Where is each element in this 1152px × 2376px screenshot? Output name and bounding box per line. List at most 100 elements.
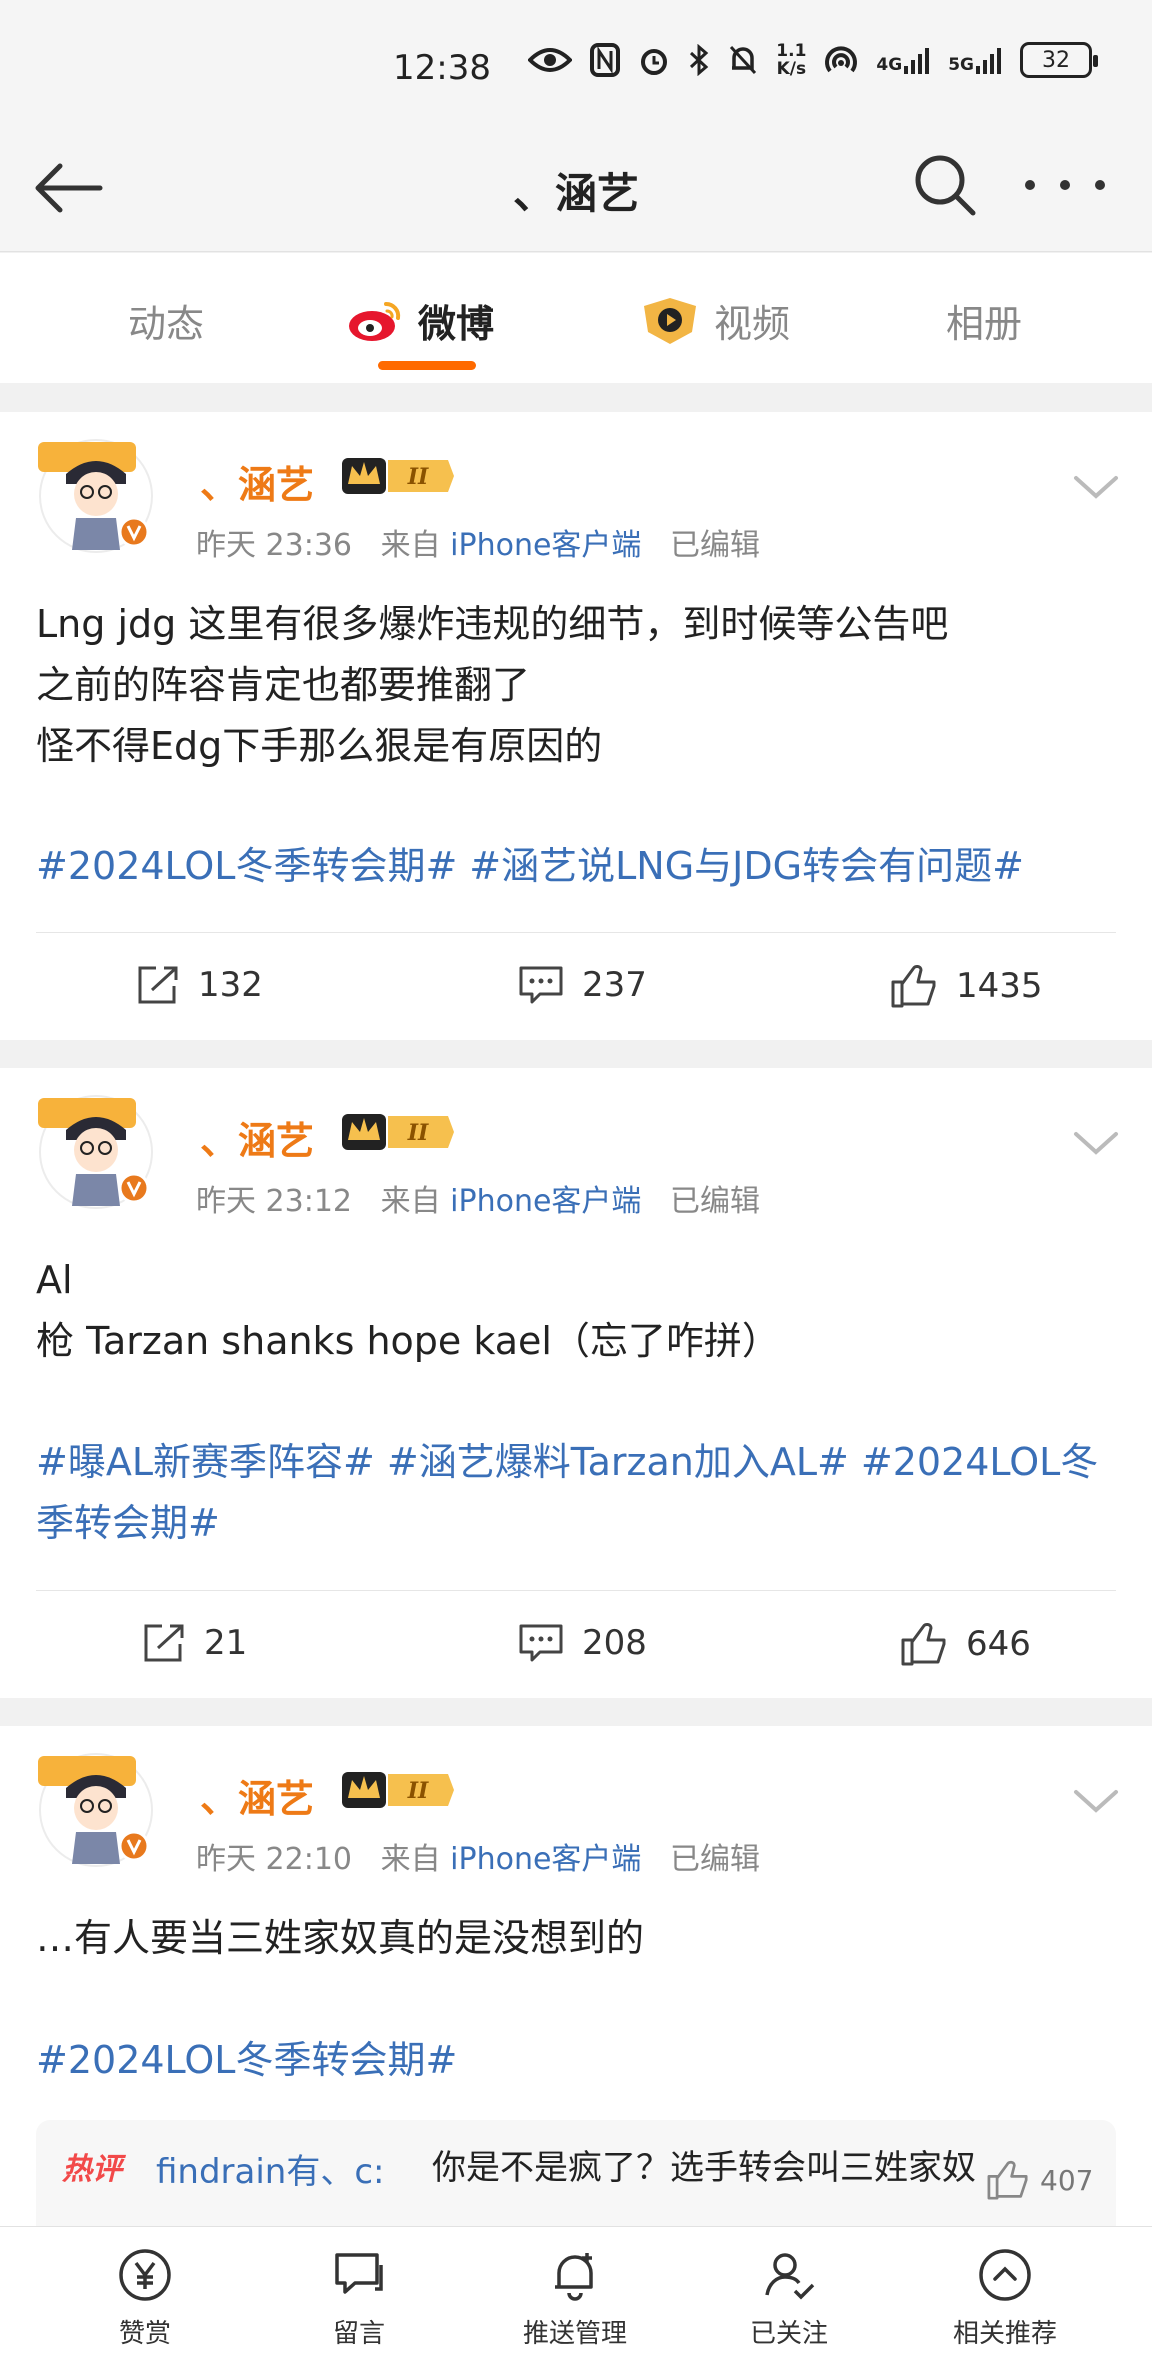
post-edited: 已编辑 — [670, 1184, 761, 1219]
post-meta: 昨天 23:36 来自 iPhone客户端 已编辑 — [196, 520, 760, 564]
signal-bars-icon — [904, 48, 930, 74]
vip-crown-badge: II — [342, 1772, 454, 1808]
post-source[interactable]: iPhone客户端 — [450, 528, 641, 563]
divider — [36, 1590, 1116, 1591]
post-source[interactable]: iPhone客户端 — [450, 1184, 641, 1219]
post-edited: 已编辑 — [670, 528, 761, 563]
chevron-down-icon[interactable] — [1072, 1786, 1120, 1816]
repost-count: 21 — [204, 1623, 248, 1663]
badge-level: II — [407, 1778, 429, 1804]
badge-level: II — [407, 1120, 429, 1146]
post-source[interactable]: iPhone客户端 — [450, 1842, 641, 1877]
chevron-down-icon[interactable] — [1072, 472, 1120, 502]
hot-comment-user[interactable]: findrain有、c: — [156, 2144, 385, 2193]
reward-button[interactable]: 赞赏 — [70, 2247, 220, 2350]
post-meta: 昨天 22:10 来自 iPhone客户端 已编辑 — [196, 1834, 760, 1878]
chevron-down-icon[interactable] — [1072, 1128, 1120, 1158]
post-topics: #2024LOL冬季转会期# #涵艺说LNG与JDG转会有问题# — [36, 836, 1126, 897]
repost-count: 132 — [198, 965, 263, 1005]
post-from: 来自 — [380, 528, 441, 563]
post-time: 昨天 23:12 — [196, 1184, 352, 1219]
repost-icon — [144, 1624, 184, 1662]
username[interactable]: 、涵艺 — [200, 1110, 314, 1165]
signal-5g: 5G — [948, 46, 1002, 74]
active-tab-indicator — [378, 361, 476, 370]
comment-icon — [519, 1624, 563, 1662]
bottom-action-bar: 赞赏 留言 推送管理 已关注 相关推荐 — [0, 2226, 1152, 2376]
bell-icon — [555, 2253, 593, 2301]
thumbs-up-icon — [987, 2160, 1028, 2200]
comment-count: 208 — [582, 1623, 647, 1663]
hotspot-icon — [825, 46, 858, 73]
post-card[interactable]: 、涵艺 II 昨天 23:12 来自 iPhone客户端 已编辑 Al 枪 Ta… — [0, 1068, 1152, 1698]
chevron-up-icon — [979, 2249, 1031, 2301]
post-text: Al 枪 Tarzan shanks hope kael（忘了咋拼） — [36, 1258, 780, 1363]
like-button[interactable]: 1435 — [890, 964, 1043, 1008]
username[interactable]: 、涵艺 — [200, 454, 314, 509]
post-actions: 21 208 646 — [0, 1598, 1152, 1698]
battery-icon: 32 — [1020, 42, 1098, 78]
like-count: 646 — [966, 1624, 1031, 1664]
avatar[interactable] — [36, 1748, 156, 1868]
profile-tabs: 动态 微博 视频 相册 — [0, 253, 1152, 383]
avatar[interactable] — [36, 434, 156, 554]
comment-button[interactable]: 208 — [518, 1622, 647, 1664]
more-icon[interactable] — [1025, 160, 1105, 210]
post-text: Lng jdg 这里有很多爆炸违规的细节，到时候等公告吧 之前的阵容肯定也都要推… — [36, 602, 949, 768]
post-from: 来自 — [380, 1842, 441, 1877]
post-from: 来自 — [380, 1184, 441, 1219]
topic-link[interactable]: #涵艺爆料Tarzan加入AL# — [387, 1440, 849, 1484]
yen-icon — [119, 2249, 171, 2301]
topic-link[interactable]: #曝AL新赛季阵容# — [36, 1440, 375, 1484]
like-count: 1435 — [956, 966, 1043, 1006]
post-edited: 已编辑 — [670, 1842, 761, 1877]
topic-link[interactable]: #涵艺说LNG与JDG转会有问题# — [469, 844, 1024, 888]
bottom-label: 已关注 — [749, 2319, 828, 2349]
following-button[interactable]: 已关注 — [714, 2247, 864, 2350]
vip-crown-badge: II — [342, 458, 454, 494]
eye-icon — [528, 48, 573, 72]
weibo-logo-icon — [349, 301, 401, 341]
post-topics: #2024LOL冬季转会期# — [36, 2030, 1126, 2091]
tab-weibo[interactable]: 微博 — [346, 293, 494, 348]
comment-count: 237 — [582, 965, 647, 1005]
thumbs-up-icon — [901, 1623, 946, 1666]
tab-dynamic[interactable]: 动态 — [128, 293, 204, 348]
bottom-label: 推送管理 — [522, 2319, 627, 2349]
vip-crown-badge: II — [342, 1114, 454, 1150]
message-button[interactable]: 留言 — [284, 2247, 434, 2350]
topic-link[interactable]: #2024LOL冬季转会期# — [36, 2038, 457, 2082]
tab-label: 动态 — [128, 302, 205, 346]
push-settings-button[interactable]: 推送管理 — [500, 2247, 650, 2350]
post-card[interactable]: 、涵艺 II 昨天 22:10 来自 iPhone客户端 已编辑 …有人要当三姓… — [0, 1726, 1152, 2240]
username[interactable]: 、涵艺 — [200, 1768, 314, 1823]
repost-button[interactable]: 132 — [136, 964, 263, 1006]
video-badge-icon — [644, 297, 696, 344]
related-recommend-button[interactable]: 相关推荐 — [930, 2247, 1080, 2350]
like-button[interactable]: 646 — [900, 1622, 1031, 1666]
comment-button[interactable]: 237 — [518, 964, 647, 1006]
thumbs-up-icon — [891, 965, 936, 1008]
alarm-icon — [641, 49, 668, 75]
repost-button[interactable]: 21 — [142, 1622, 247, 1664]
topic-link[interactable]: #2024LOL冬季转会期# — [36, 844, 457, 888]
avatar[interactable] — [36, 1090, 156, 1210]
tab-label: 相册 — [946, 302, 1023, 346]
tab-video[interactable]: 视频 — [640, 293, 790, 348]
hot-comment-text: 你是不是疯了？选手转会叫三姓家奴 — [432, 2148, 976, 2188]
bottom-label: 相关推荐 — [952, 2319, 1057, 2349]
signal-bars-icon — [976, 48, 1001, 74]
hot-comment[interactable]: 热评 findrain有、c: 你是不是疯了？选手转会叫三姓家奴 407 — [36, 2120, 1116, 2240]
search-icon[interactable] — [910, 150, 980, 220]
nav-bar: 、涵艺 — [0, 120, 1152, 252]
nfc-icon — [590, 43, 621, 77]
post-card[interactable]: 、涵艺 II 昨天 23:36 来自 iPhone客户端 已编辑 Lng jdg… — [0, 412, 1152, 1040]
status-time: 12:38 — [393, 48, 491, 88]
comment-icon — [519, 966, 563, 1004]
bluetooth-icon — [690, 44, 709, 76]
post-actions: 132 237 1435 — [0, 940, 1152, 1040]
hot-comment-like-count: 407 — [1040, 2163, 1094, 2197]
tab-album[interactable]: 相册 — [946, 293, 1022, 348]
post-time: 昨天 22:10 — [196, 1842, 352, 1877]
hot-comment-like[interactable]: 407 — [986, 2160, 1093, 2200]
